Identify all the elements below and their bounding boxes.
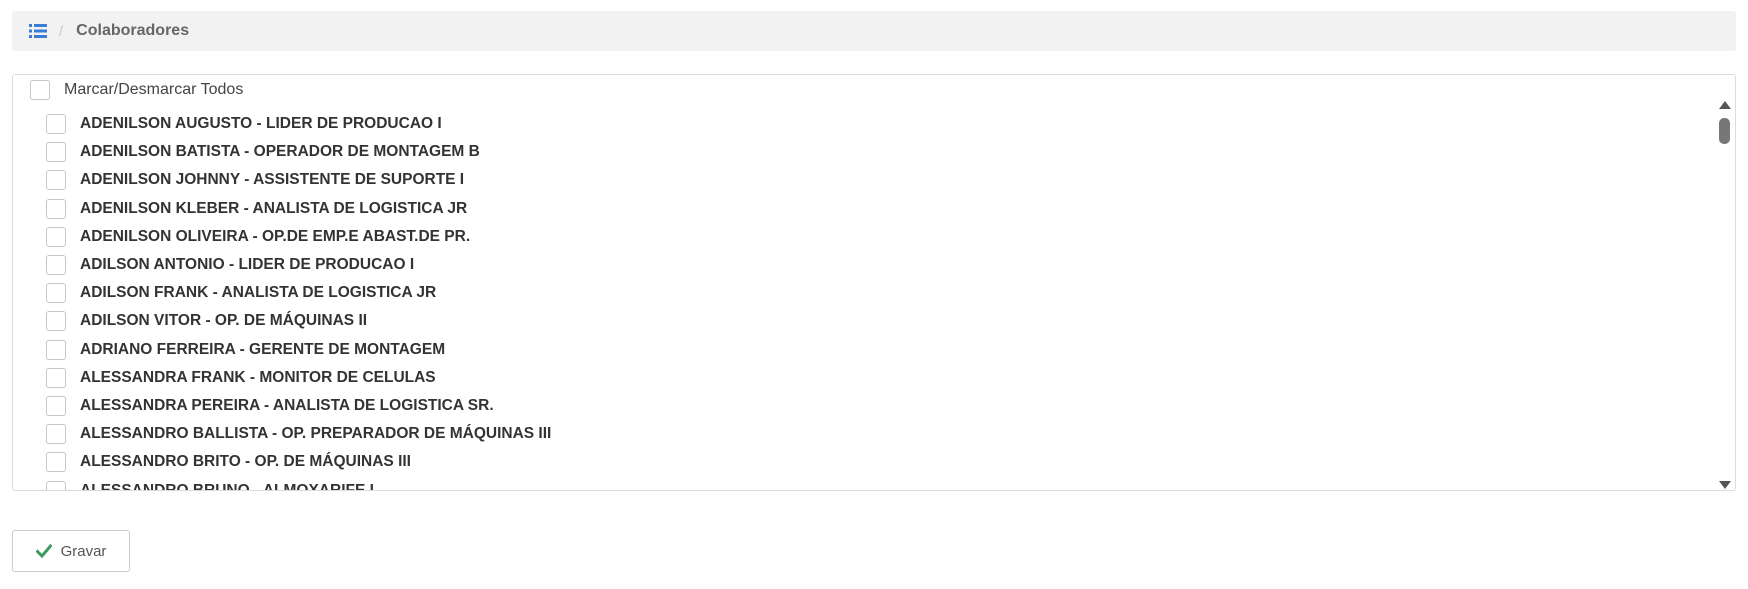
employee-label: ADILSON ANTONIO - LIDER DE PRODUCAO I <box>80 256 415 274</box>
employee-label: ALESSANDRO BRUNO - ALMOXARIFE I <box>80 481 374 491</box>
scroll-thumb[interactable] <box>1719 118 1730 144</box>
select-all-label: Marcar/Desmarcar Todos <box>64 81 244 98</box>
employee-list-item[interactable]: ADENILSON BATISTA - OPERADOR DE MONTAGEM… <box>46 138 551 166</box>
employee-label: ALESSANDRO BALLISTA - OP. PREPARADOR DE … <box>80 425 552 443</box>
employee-checkbox[interactable] <box>46 114 66 135</box>
employee-checkbox[interactable] <box>46 226 66 247</box>
breadcrumb: / Colaboradores <box>12 11 1736 51</box>
employee-list-item[interactable]: ADILSON VITOR - OP. DE MÁQUINAS II <box>46 307 551 335</box>
employee-checkbox[interactable] <box>46 395 66 416</box>
employee-checkbox[interactable] <box>46 283 66 304</box>
page-title: Colaboradores <box>76 22 190 39</box>
select-all-checkbox[interactable] <box>30 80 50 100</box>
employee-list-item[interactable]: ADILSON FRANK - ANALISTA DE LOGISTICA JR <box>46 279 551 307</box>
employee-checkbox[interactable] <box>46 424 66 445</box>
employee-list-item[interactable]: ADENILSON OLIVEIRA - OP.DE EMP.E ABAST.D… <box>46 223 551 251</box>
employee-checkbox[interactable] <box>46 142 66 163</box>
employee-label: ADENILSON JOHNNY - ASSISTENTE DE SUPORTE… <box>80 171 465 189</box>
employee-list-item[interactable]: ALESSANDRA PEREIRA - ANALISTA DE LOGISTI… <box>46 392 551 420</box>
employee-list-item[interactable]: ADENILSON KLEBER - ANALISTA DE LOGISTICA… <box>46 195 551 223</box>
save-button-label: Gravar <box>60 542 107 560</box>
employee-checkbox[interactable] <box>46 198 66 219</box>
employee-checkbox[interactable] <box>46 311 66 332</box>
breadcrumb-separator: / <box>59 22 64 40</box>
employee-list-panel: Marcar/Desmarcar Todos ADENILSON AUGUSTO… <box>12 74 1736 491</box>
employee-label: ADILSON FRANK - ANALISTA DE LOGISTICA JR <box>80 284 437 302</box>
employee-list-item[interactable]: ADRIANO FERREIRA - GERENTE DE MONTAGEM <box>46 336 551 364</box>
employee-label: ADILSON VITOR - OP. DE MÁQUINAS II <box>80 312 368 330</box>
employee-label: ALESSANDRA FRANK - MONITOR DE CELULAS <box>80 368 436 386</box>
employee-checkbox[interactable] <box>46 255 66 276</box>
employee-label: ADENILSON KLEBER - ANALISTA DE LOGISTICA… <box>80 199 468 217</box>
employee-list-item[interactable]: ADENILSON JOHNNY - ASSISTENTE DE SUPORTE… <box>46 166 551 194</box>
check-icon <box>34 543 53 559</box>
employee-list-item[interactable]: ALESSANDRO BRUNO - ALMOXARIFE I <box>46 476 551 491</box>
employee-label: ADENILSON AUGUSTO - LIDER DE PRODUCAO I <box>80 115 442 133</box>
save-button[interactable]: Gravar <box>12 530 130 572</box>
employee-checkbox[interactable] <box>46 339 66 360</box>
select-all-toggle[interactable]: Marcar/Desmarcar Todos <box>30 77 243 103</box>
employee-list-item[interactable]: ALESSANDRA FRANK - MONITOR DE CELULAS <box>46 364 551 392</box>
employee-list-item[interactable]: ADENILSON AUGUSTO - LIDER DE PRODUCAO I <box>46 110 551 138</box>
employee-checkbox[interactable] <box>46 452 66 473</box>
employee-label: ADRIANO FERREIRA - GERENTE DE MONTAGEM <box>80 340 446 358</box>
employee-checkbox[interactable] <box>46 367 66 388</box>
employee-list-item[interactable]: ALESSANDRO BRITO - OP. DE MÁQUINAS III <box>46 448 551 476</box>
employee-label: ADENILSON OLIVEIRA - OP.DE EMP.E ABAST.D… <box>80 227 471 245</box>
employee-list-item[interactable]: ADILSON ANTONIO - LIDER DE PRODUCAO I <box>46 251 551 279</box>
employee-checkbox[interactable] <box>46 480 66 490</box>
list-icon[interactable] <box>29 24 47 38</box>
employee-label: ADENILSON BATISTA - OPERADOR DE MONTAGEM… <box>80 143 480 161</box>
employee-list[interactable]: ADENILSON AUGUSTO - LIDER DE PRODUCAO I A… <box>13 107 1717 491</box>
employee-list-item[interactable]: ALESSANDRO BALLISTA - OP. PREPARADOR DE … <box>46 420 551 448</box>
employee-checkbox[interactable] <box>46 170 66 191</box>
scroll-down-arrow-icon[interactable] <box>1719 481 1731 489</box>
employee-label: ALESSANDRO BRITO - OP. DE MÁQUINAS III <box>80 453 411 471</box>
employee-label: ALESSANDRA PEREIRA - ANALISTA DE LOGISTI… <box>80 396 494 414</box>
scroll-up-arrow-icon[interactable] <box>1719 101 1731 109</box>
list-scrollbar[interactable] <box>1717 101 1733 490</box>
